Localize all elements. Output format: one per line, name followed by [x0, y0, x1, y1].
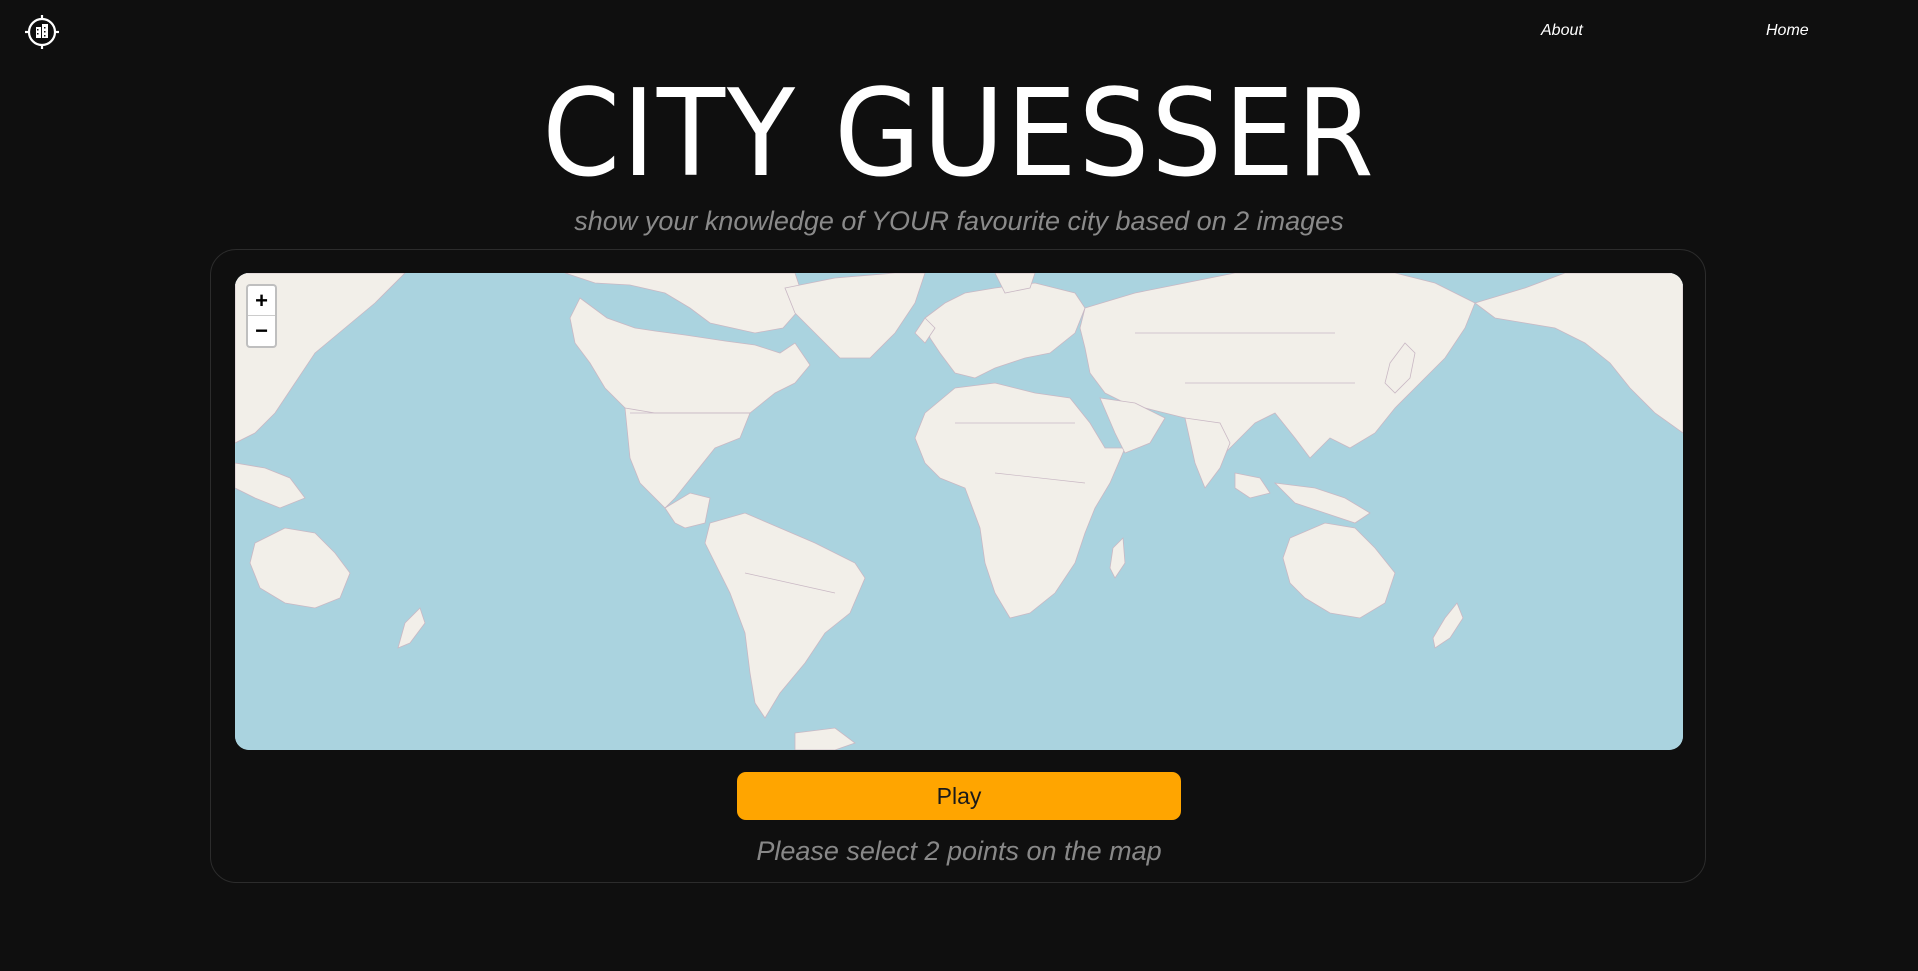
nav-about-link[interactable]: About	[1541, 22, 1583, 40]
nav-home-link[interactable]: Home	[1766, 22, 1809, 40]
status-hint: Please select 2 points on the map	[756, 836, 1162, 866]
page-title: CITY GUESSER	[542, 65, 1376, 204]
zoom-in-button[interactable]: +	[248, 286, 275, 316]
world-map[interactable]	[235, 273, 1683, 750]
page-subtitle: show your knowledge of YOUR favourite ci…	[574, 206, 1344, 236]
world-map-tiles	[235, 273, 1683, 750]
play-button[interactable]: Play	[737, 772, 1181, 820]
city-target-icon[interactable]	[24, 14, 60, 50]
page: About Home CITY GUESSER show your knowle…	[0, 0, 1918, 971]
zoom-out-button[interactable]: −	[248, 316, 275, 346]
zoom-control: + −	[246, 284, 277, 348]
